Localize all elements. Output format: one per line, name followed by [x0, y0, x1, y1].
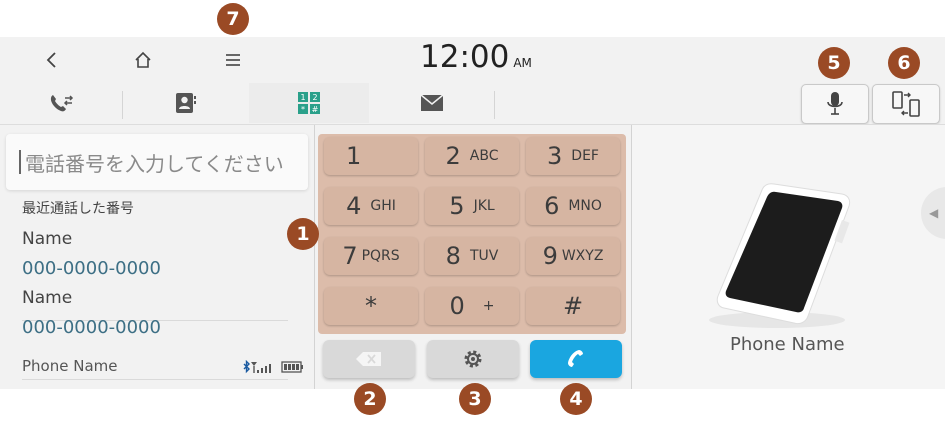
key-8[interactable]: 8 TUV [425, 237, 519, 275]
tab-contacts[interactable] [123, 83, 249, 123]
phone-number-input[interactable]: 電話番号を入力してください [6, 134, 308, 190]
callout-7: 7 [217, 3, 249, 35]
recent-calls-title: 最近通話した番号 [22, 201, 134, 217]
key-digit: # [562, 292, 584, 320]
svg-text:*: * [301, 105, 305, 114]
key-digit: 7 [342, 242, 358, 270]
svg-text:1: 1 [300, 93, 305, 102]
call-button[interactable] [530, 340, 622, 378]
key-digit: 8 [445, 242, 461, 270]
bluetooth-signal-icon [243, 360, 271, 374]
key-star[interactable]: * [324, 287, 418, 325]
recent-contact-name[interactable]: Name [22, 288, 72, 308]
left-divider [314, 125, 315, 389]
switch-phone-button[interactable] [872, 84, 940, 124]
microphone-icon [827, 92, 843, 115]
key-digit: 3 [547, 142, 563, 170]
gear-icon [464, 350, 482, 368]
key-digit: 4 [346, 192, 362, 220]
callout-4: 4 [560, 383, 592, 415]
svg-text:#: # [312, 105, 319, 114]
key-letters: PQRS [361, 248, 400, 264]
recent-contact-number[interactable]: 000-0000-0000 [22, 317, 161, 338]
key-letters: ABC [469, 148, 499, 164]
key-1[interactable]: 1 [324, 137, 418, 175]
svg-text:2: 2 [312, 93, 317, 102]
key-4[interactable]: 4 GHI [324, 187, 418, 225]
clock: 12:00 AM [420, 39, 532, 75]
home-icon[interactable] [128, 45, 158, 75]
voice-recognition-button[interactable] [801, 84, 869, 124]
key-digit: 6 [544, 192, 560, 220]
key-3[interactable]: 3 DEF [526, 137, 620, 175]
key-digit: 5 [449, 192, 465, 220]
list-divider [22, 379, 288, 380]
connected-phone-name: Phone Name [22, 357, 118, 375]
key-letters: JKL [473, 198, 495, 214]
key-digit: 0 [449, 292, 465, 320]
key-9[interactable]: 9 WXYZ [526, 237, 620, 275]
key-6[interactable]: 6 MNO [526, 187, 620, 225]
key-letters: + [482, 298, 495, 314]
dial-panel: 電話番号を入力してください 最近通話した番号 Name 000-0000-000… [0, 125, 314, 389]
clock-time: 12:00 [420, 39, 510, 75]
tab-dialpad[interactable]: 1 2 * # [249, 83, 369, 123]
key-7[interactable]: 7 PQRS [324, 237, 418, 275]
key-digit: 2 [445, 142, 461, 170]
backspace-button[interactable] [323, 340, 415, 378]
key-letters: TUV [469, 248, 499, 264]
key-digit: * [365, 292, 377, 320]
battery-icon [281, 361, 303, 373]
backspace-icon [356, 352, 381, 366]
menu-icon[interactable] [218, 45, 248, 75]
key-2[interactable]: 2 ABC [425, 137, 519, 175]
key-letters: GHI [370, 198, 396, 214]
key-5[interactable]: 5 JKL [425, 187, 519, 225]
key-hash[interactable]: # [526, 287, 620, 325]
contacts-icon [176, 93, 196, 113]
key-letters: DEF [571, 148, 599, 164]
callout-1: 1 [287, 218, 319, 250]
callout-3: 3 [459, 383, 491, 415]
call-history-icon [50, 95, 74, 112]
key-digit: 1 [346, 142, 362, 170]
key-letters: MNO [568, 198, 602, 214]
clock-ampm: AM [513, 56, 532, 70]
top-bar: 12:00 AM [0, 37, 945, 83]
message-icon [420, 94, 444, 111]
recent-contact-name[interactable]: Name [22, 229, 72, 249]
tab-divider [494, 91, 495, 119]
dialpad-settings-button[interactable] [427, 340, 519, 378]
phone-number-placeholder: 電話番号を入力してください [25, 151, 284, 176]
tab-call-history[interactable] [0, 83, 122, 123]
callout-5: 5 [818, 47, 850, 79]
switch-device-icon [892, 91, 920, 117]
back-icon[interactable] [37, 45, 67, 75]
key-0[interactable]: 0 + [425, 287, 519, 325]
callout-6: 6 [888, 47, 920, 79]
text-cursor [19, 150, 21, 174]
keypad: 1 2 ABC 3 DEF 4 GHI 5 JKL 6 MNO 7 PQRS 8 TUV 9W… [318, 134, 626, 334]
phone-handset-icon [568, 350, 583, 367]
dialpad-icon: 1 2 * # [298, 92, 320, 114]
key-letters: WXYZ [561, 248, 604, 264]
phone-device-illustration [709, 183, 851, 328]
device-name-label: Phone Name [730, 334, 845, 355]
tab-messages[interactable] [370, 83, 494, 123]
key-digit: 9 [542, 242, 558, 270]
tab-bar: 1 2 * # [0, 83, 630, 123]
callout-2: 2 [354, 383, 386, 415]
recent-contact-number[interactable]: 000-0000-0000 [22, 258, 161, 279]
